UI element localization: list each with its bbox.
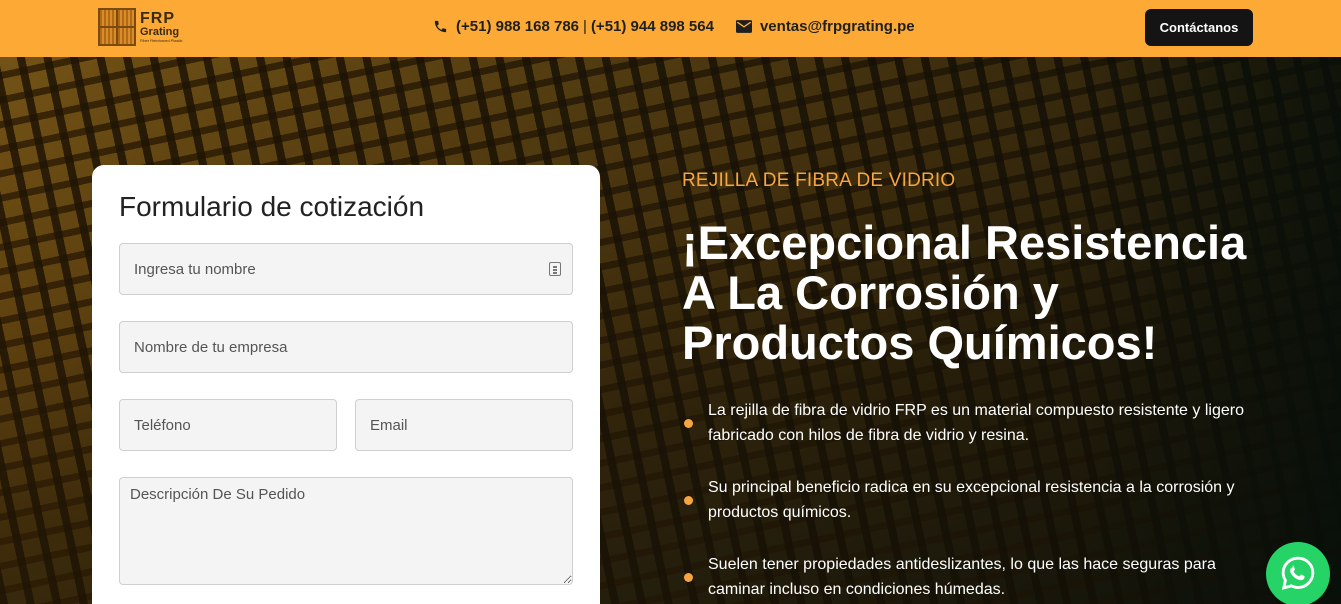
contact-us-button[interactable]: Contáctanos xyxy=(1145,9,1253,46)
benefit-text: Su principal beneficio radica en su exce… xyxy=(708,479,1235,521)
bullet-dot-icon xyxy=(684,419,693,428)
top-header: FRP Grating Fiber Reinforced Plastic (+5… xyxy=(0,0,1341,57)
phone-separator: | xyxy=(583,18,587,35)
bullet-dot-icon xyxy=(684,496,693,505)
email-input[interactable] xyxy=(355,399,573,451)
phone-link-2[interactable]: (+51) 944 898 564 xyxy=(591,18,714,35)
email-link[interactable]: ventas@frpgrating.pe xyxy=(760,18,915,35)
logo-text: FRP Grating Fiber Reinforced Plastic xyxy=(140,11,182,43)
benefit-item: Suelen tener propiedades antideslizantes… xyxy=(682,552,1262,602)
phone-link-1[interactable]: (+51) 988 168 786 xyxy=(456,18,579,35)
bullet-dot-icon xyxy=(684,573,693,582)
hero-eyebrow: REJILLA DE FIBRA DE VIDRIO xyxy=(682,170,956,191)
benefits-list: La rejilla de fibra de vidrio FRP es un … xyxy=(682,398,1262,604)
logo-tagline: Fiber Reinforced Plastic xyxy=(140,38,183,43)
name-input[interactable] xyxy=(119,243,573,295)
email-group: ventas@frpgrating.pe xyxy=(735,18,915,35)
logo-name: FRP xyxy=(140,10,175,27)
contact-card-icon xyxy=(549,262,561,276)
phone-icon xyxy=(432,19,448,35)
form-title: Formulario de cotización xyxy=(119,191,425,222)
whatsapp-icon xyxy=(1279,554,1317,595)
frp-grating-logo[interactable]: FRP Grating Fiber Reinforced Plastic xyxy=(98,8,182,46)
whatsapp-button[interactable] xyxy=(1266,542,1330,604)
contact-info: (+51) 988 168 786 | (+51) 944 898 564 ve… xyxy=(432,18,915,35)
company-input[interactable] xyxy=(119,321,573,373)
benefit-text: La rejilla de fibra de vidrio FRP es un … xyxy=(708,402,1244,444)
logo-subname: Grating xyxy=(140,26,180,38)
envelope-icon xyxy=(735,19,752,35)
benefit-text: Suelen tener propiedades antideslizantes… xyxy=(708,556,1216,598)
logo-grid-mark xyxy=(98,8,136,46)
benefit-item: Su principal beneficio radica en su exce… xyxy=(682,475,1262,525)
order-description-textarea[interactable] xyxy=(119,477,573,585)
hero-headline: ¡Excepcional Resistencia A La Corrosión … xyxy=(682,216,1247,369)
phone-input[interactable] xyxy=(119,399,337,451)
benefit-item: La rejilla de fibra de vidrio FRP es un … xyxy=(682,398,1262,448)
quote-form: Formulario de cotización xyxy=(92,165,600,604)
